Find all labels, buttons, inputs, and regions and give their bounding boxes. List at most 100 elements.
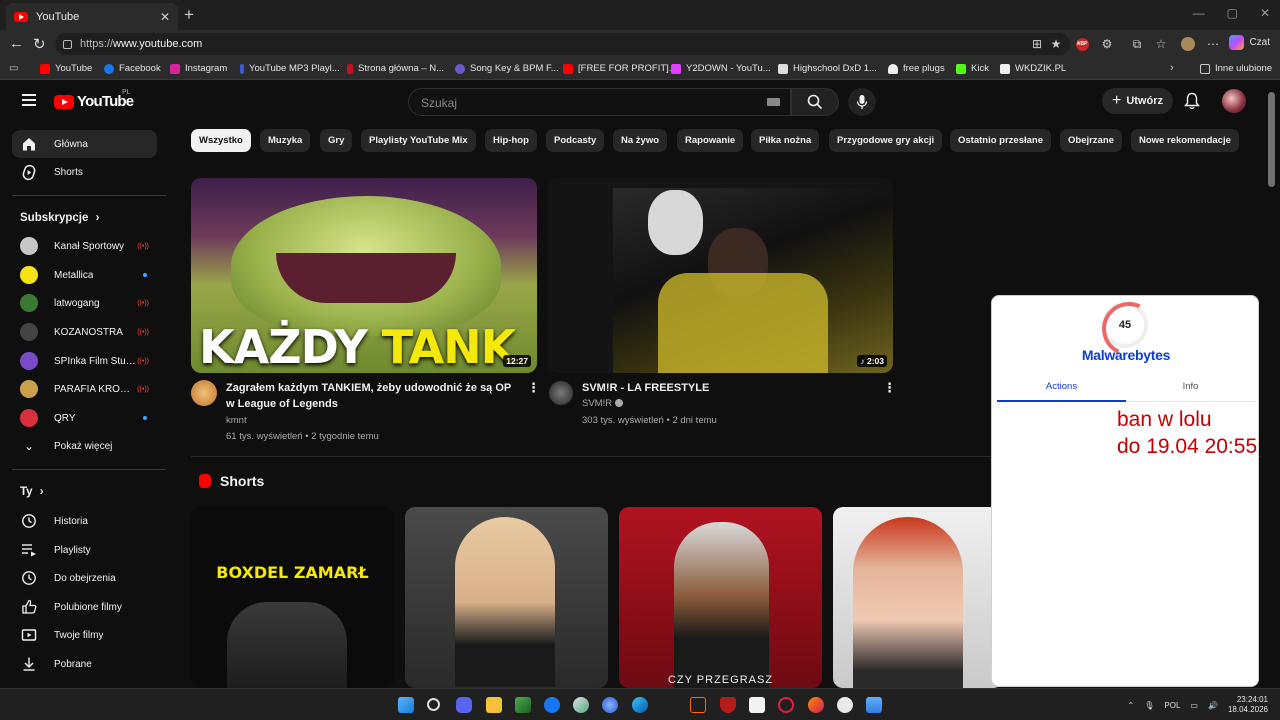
extensions-icon[interactable]: ⚙ xyxy=(1099,36,1115,52)
you-header[interactable]: Ty › xyxy=(20,486,44,498)
chip-rap[interactable]: Rapowanie xyxy=(677,129,744,152)
bookmark-y2down[interactable]: Y2DOWN - YouTu... xyxy=(671,63,771,74)
app-icon[interactable] xyxy=(515,697,531,713)
bookmark-youtube-mp3[interactable]: YouTube MP3 Playl... xyxy=(240,63,340,74)
bookmark-strona-glowna[interactable]: Strona główna – N... xyxy=(347,63,444,74)
split-screen-icon[interactable]: ⧉ xyxy=(1129,36,1145,52)
chevron-right-icon[interactable]: › xyxy=(1170,62,1174,74)
sidebar-subscription-qry[interactable]: QRY xyxy=(12,404,157,432)
favorites-icon[interactable]: ☆ xyxy=(1153,36,1169,52)
opera-icon[interactable] xyxy=(778,697,794,713)
account-avatar[interactable] xyxy=(1222,89,1246,113)
sidebar-subscription-kozanostra[interactable]: KOZANOSTRA ((•)) xyxy=(12,318,157,346)
more-menu-icon[interactable]: ⋯ xyxy=(1205,36,1221,52)
sidebar-item-downloads[interactable]: Pobrane xyxy=(12,650,157,678)
search-button[interactable] xyxy=(791,88,839,116)
video-title[interactable]: SVM!R - LA FREESTYLE xyxy=(582,380,872,396)
menu-hamburger-icon[interactable] xyxy=(22,94,36,109)
address-bar[interactable]: https://www.youtube.com xyxy=(55,33,1070,55)
discord-icon[interactable] xyxy=(456,697,472,713)
language-indicator[interactable]: POL xyxy=(1164,701,1180,710)
facebook-icon[interactable] xyxy=(544,697,560,713)
more-actions-icon[interactable]: ⋮ xyxy=(527,380,540,396)
show-more-button[interactable]: ⌄ Pokaż więcej xyxy=(12,432,157,460)
bookmark-instagram[interactable]: Instagram xyxy=(170,63,227,74)
sidebar-item-liked[interactable]: Polubione filmy xyxy=(12,593,157,621)
search-icon[interactable] xyxy=(427,698,440,711)
tab-info[interactable]: Info xyxy=(1126,381,1255,392)
minimize-icon[interactable]: — xyxy=(1193,6,1205,20)
tab-close-icon[interactable]: ✕ xyxy=(160,10,170,24)
steam-icon[interactable] xyxy=(837,697,853,713)
channel-avatar[interactable] xyxy=(191,380,217,406)
bookmark-kick[interactable]: Kick xyxy=(956,63,989,74)
voice-search-button[interactable] xyxy=(848,88,876,116)
chip-recently-uploaded[interactable]: Ostatnio przesłane xyxy=(950,129,1051,152)
clock[interactable]: 23:24:01 18.04.2026 xyxy=(1228,695,1268,715)
document-icon[interactable] xyxy=(749,697,765,713)
chip-all[interactable]: Wszystko xyxy=(191,129,251,152)
sidebar-item-shorts[interactable]: Shorts xyxy=(12,158,157,186)
more-actions-icon[interactable]: ⋮ xyxy=(883,380,896,396)
photos-icon[interactable] xyxy=(866,697,882,713)
bookmark-free-for-profit[interactable]: [FREE FOR PROFIT]... xyxy=(563,63,677,74)
file-explorer-icon[interactable] xyxy=(486,697,502,713)
adblock-extension-icon[interactable]: ABP xyxy=(1074,36,1090,52)
site-info-icon[interactable] xyxy=(63,39,72,49)
sidebar-item-history[interactable]: Historia xyxy=(12,507,157,535)
page-scrollbar[interactable] xyxy=(1268,92,1275,187)
back-icon[interactable]: ← xyxy=(9,35,24,52)
notifications-bell-icon[interactable] xyxy=(1184,92,1200,115)
network-icon[interactable]: ▭ xyxy=(1190,701,1198,710)
bookmark-song-key[interactable]: Song Key & BPM F... xyxy=(455,63,559,74)
video-thumbnail[interactable]: KAŻDY TANK 12:27 xyxy=(191,178,537,373)
browser-tab-youtube[interactable]: YouTube ✕ xyxy=(6,3,178,30)
video-channel[interactable]: kmnt xyxy=(226,415,247,426)
tab-actions-icon[interactable]: ▭ xyxy=(9,63,18,74)
app-icon[interactable] xyxy=(602,697,618,713)
bookmark-highschool-dxd[interactable]: Highschool DxD 1... xyxy=(778,63,877,74)
copilot-button[interactable]: Czat xyxy=(1229,35,1270,50)
favorite-star-icon[interactable]: ★ xyxy=(1048,36,1064,52)
channel-avatar[interactable] xyxy=(549,381,573,405)
chip-watched[interactable]: Obejrzane xyxy=(1060,129,1122,152)
chip-action-adventure[interactable]: Przygodowe gry akcji xyxy=(829,129,943,152)
chip-live[interactable]: Na żywo xyxy=(613,129,668,152)
other-favorites-folder[interactable]: Inne ulubione xyxy=(1200,63,1272,74)
profile-avatar-icon[interactable] xyxy=(1180,36,1196,52)
keyboard-icon[interactable] xyxy=(767,98,780,106)
chip-music[interactable]: Muzyka xyxy=(260,129,311,152)
start-icon[interactable] xyxy=(398,697,414,713)
bookmark-free-plugs[interactable]: free plugs xyxy=(888,63,945,74)
youtube-logo[interactable]: YouTube PL xyxy=(54,89,134,110)
app-icon[interactable] xyxy=(690,697,706,713)
chip-hip-hop[interactable]: Hip-hop xyxy=(485,129,537,152)
video-channel[interactable]: SVM!R xyxy=(582,398,623,409)
maximize-icon[interactable]: ▢ xyxy=(1227,6,1238,20)
chip-football[interactable]: Piłka nożna xyxy=(751,129,820,152)
bookmark-wkdzik[interactable]: WKDZIK.PL xyxy=(1000,63,1066,74)
sidebar-subscription-latwogang[interactable]: latwogang ((•)) xyxy=(12,289,157,317)
short-thumbnail[interactable] xyxy=(833,507,1003,688)
new-tab-icon[interactable]: + xyxy=(184,5,194,25)
sidebar-subscription-metallica[interactable]: Metallica xyxy=(12,261,157,289)
sidebar-subscription-parafia-krobia[interactable]: PARAFIA KROBIA ((•)) xyxy=(12,375,157,403)
app-icon[interactable] xyxy=(573,697,589,713)
bookmark-youtube[interactable]: YouTube xyxy=(40,63,92,74)
tab-actions[interactable]: Actions xyxy=(997,381,1126,392)
security-app-icon[interactable] xyxy=(720,697,736,713)
chevron-up-icon[interactable]: ⌃ xyxy=(1128,701,1135,710)
short-thumbnail[interactable] xyxy=(405,507,608,688)
sidebar-item-playlists[interactable]: Playlisty xyxy=(12,536,157,564)
sidebar-subscription-spinka[interactable]: SPInka Film Stud... ((•)) xyxy=(12,347,157,375)
edge-browser-icon[interactable] xyxy=(632,697,648,713)
volume-icon[interactable]: 🔊 xyxy=(1208,701,1218,710)
sidebar-item-home[interactable]: Główna xyxy=(12,130,157,158)
short-thumbnail[interactable]: BOXDEL ZAMARŁ xyxy=(191,507,394,688)
microphone-icon[interactable]: 🎙 xyxy=(1144,701,1154,710)
chip-new-recommendations[interactable]: Nowe rekomendacje xyxy=(1131,129,1239,152)
sidebar-item-watch-later[interactable]: Do obejrzenia xyxy=(12,564,157,592)
app-icon[interactable] xyxy=(808,697,824,713)
apps-icon[interactable]: ⊞ xyxy=(1029,36,1045,52)
video-title[interactable]: Zagrałem każdym TANKIEM, żeby udowodnić … xyxy=(226,380,522,412)
